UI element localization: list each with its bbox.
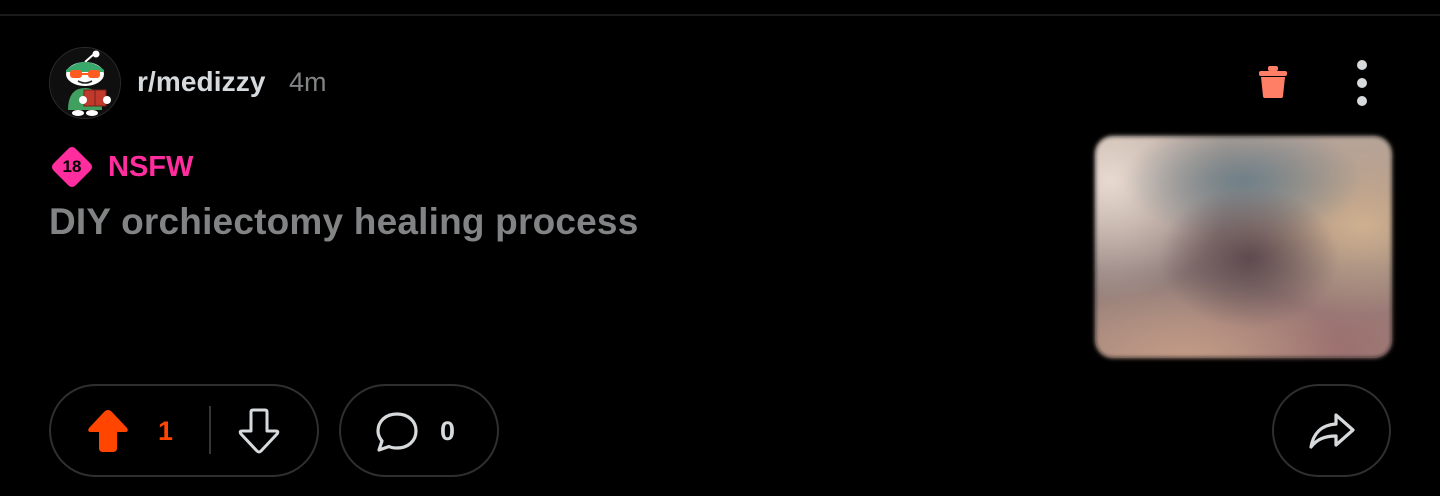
upvote-button[interactable] [85,407,131,455]
share-arrow-icon [1308,412,1355,449]
nsfw-tag: 18 NSFW [50,145,193,189]
vote-count: 1 [158,416,174,446]
post-time: 4m [289,67,327,97]
more-options-button[interactable] [1344,56,1380,110]
comment-count: 0 [440,416,456,446]
share-button[interactable] [1272,384,1391,477]
downvote-arrow-icon [238,408,280,454]
nsfw-18-badge: 18 [50,145,94,189]
nsfw-label: NSFW [108,150,194,183]
top-divider [0,14,1440,16]
subreddit-avatar[interactable] [49,47,121,119]
delete-button[interactable] [1255,62,1291,102]
post-title[interactable]: DIY orchiectomy healing process [49,201,639,243]
subreddit-name[interactable]: r/medizzy [137,66,266,98]
nsfw-badge-number: 18 [62,157,82,176]
upvote-arrow-icon [88,410,128,452]
more-vertical-icon [1357,60,1367,106]
post-card: r/medizzy 4m 18 NSFW DIY orchiectomy hea… [0,0,1440,496]
comment-bubble-icon [374,410,420,454]
snoo-avatar-icon [50,48,120,118]
trash-icon [1259,66,1287,98]
post-thumbnail[interactable] [1095,136,1392,358]
vote-divider [209,406,211,454]
downvote-button[interactable] [236,406,282,456]
